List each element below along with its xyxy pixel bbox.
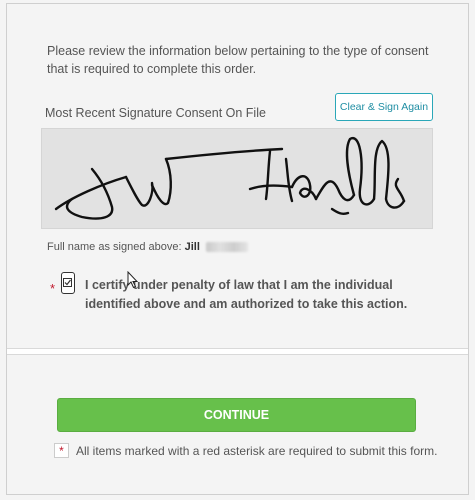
signature-canvas[interactable] (41, 128, 433, 229)
clear-sign-again-button[interactable]: Clear & Sign Again (335, 93, 433, 121)
signature-drawing (54, 136, 406, 220)
full-name-value: Jill (184, 241, 200, 253)
continue-button[interactable]: CONTINUE (57, 398, 416, 432)
required-asterisk-box: * (54, 443, 69, 458)
checkmark-icon (63, 278, 72, 287)
certify-checkbox[interactable] (61, 272, 75, 294)
required-note: All items marked with a red asterisk are… (76, 444, 438, 458)
consent-form-panel: Please review the information below pert… (6, 3, 469, 495)
full-name-label: Full name as signed above: (47, 241, 182, 253)
mouse-pointer-icon (127, 271, 139, 289)
intro-text: Please review the information below pert… (47, 44, 429, 76)
full-name-row: Full name as signed above: Jill (47, 241, 248, 253)
required-asterisk: * (50, 281, 56, 296)
section-divider (7, 348, 468, 355)
signature-label: Most Recent Signature Consent On File (45, 106, 266, 120)
redacted-surname (205, 242, 248, 253)
